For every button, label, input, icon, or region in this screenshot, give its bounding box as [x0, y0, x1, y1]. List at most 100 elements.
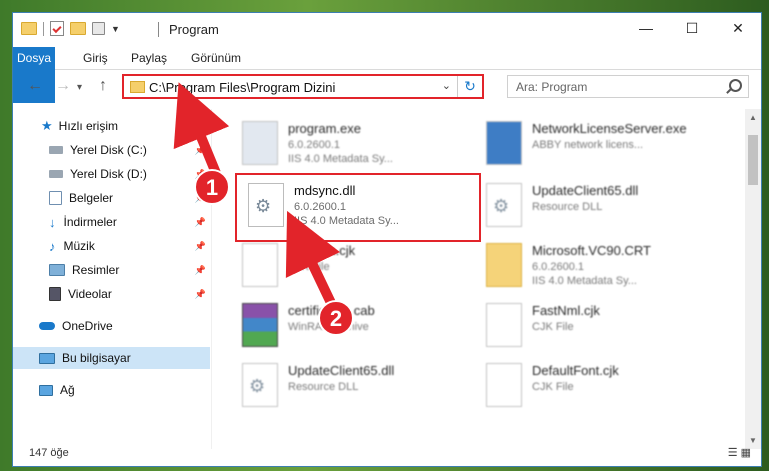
- file-description: CJK File: [532, 381, 574, 393]
- tab-view[interactable]: Görünüm: [181, 47, 251, 69]
- file-item[interactable]: Rexsom.cjk CJK File: [232, 237, 462, 293]
- search-icon[interactable]: [729, 79, 742, 92]
- computer-icon: [39, 352, 55, 364]
- pin-icon: 📌: [194, 217, 206, 227]
- sidebar-item-music[interactable]: ♪ Müzik 📌: [13, 235, 210, 257]
- refresh-icon[interactable]: ↻: [457, 76, 482, 97]
- sidebar-item-local-disk-c[interactable]: Yerel Disk (C:) 📌: [13, 139, 210, 161]
- sidebar-item-onedrive[interactable]: OneDrive: [13, 315, 210, 337]
- minimize-icon[interactable]: —: [623, 13, 669, 43]
- view-options-icon[interactable]: [92, 22, 105, 35]
- address-path[interactable]: C:\Program Files\Program Dizini: [149, 80, 335, 95]
- file-description: CJK File: [532, 321, 574, 333]
- navigation-bar: ← → ▾ ↑ C:\Program Files\Program Dizini …: [13, 73, 761, 103]
- file-list: program.exe 6.0.2600.1 IIS 4.0 Metadata …: [211, 109, 747, 449]
- pin-icon: 📌: [194, 145, 206, 155]
- sidebar-item-label: İndirmeler: [63, 215, 117, 229]
- sidebar-item-label: Videolar: [68, 287, 112, 301]
- search-placeholder: Ara: Program: [516, 80, 588, 94]
- file-item[interactable]: Microsoft.VC90.CRT 6.0.2600.1 IIS 4.0 Me…: [476, 237, 706, 293]
- up-arrow-icon[interactable]: ↑: [99, 77, 107, 95]
- file-version: 6.0.2600.1: [288, 139, 340, 151]
- file-name: UpdateClient65.dll: [532, 183, 639, 198]
- drive-icon: [49, 170, 63, 178]
- file-name: certificates.cab: [288, 303, 375, 318]
- sidebar-item-label: OneDrive: [62, 319, 113, 333]
- file-item[interactable]: program.exe 6.0.2600.1 IIS 4.0 Metadata …: [232, 115, 462, 171]
- back-arrow-icon[interactable]: ←: [27, 77, 43, 95]
- vertical-scrollbar[interactable]: ▲ ▼: [745, 109, 761, 449]
- address-bar[interactable]: C:\Program Files\Program Dizini ⌄ ↻: [122, 74, 484, 99]
- file-name: FastNml.cjk: [532, 303, 600, 318]
- quick-access-toolbar: ▼: [21, 21, 120, 36]
- exe-file-icon: [486, 121, 522, 165]
- file-item[interactable]: FastNml.cjk CJK File: [476, 297, 706, 353]
- scrollbar-thumb[interactable]: [748, 135, 758, 185]
- divider: [158, 22, 159, 37]
- sidebar-item-local-disk-d[interactable]: Yerel Disk (D:) 📌: [13, 163, 210, 185]
- file-item[interactable]: DefaultFont.cjk CJK File: [476, 357, 706, 413]
- file-item[interactable]: NetworkLicenseServer.exe ABBY network li…: [476, 115, 706, 171]
- exe-file-icon: [242, 121, 278, 165]
- sidebar-item-network[interactable]: Ağ: [13, 379, 210, 401]
- pin-icon: 📌: [194, 289, 206, 299]
- file-name: NetworkLicenseServer.exe: [532, 121, 687, 136]
- sidebar-item-videos[interactable]: Videolar 📌: [13, 283, 210, 305]
- close-icon[interactable]: ✕: [715, 13, 761, 43]
- explorer-window: ▼ Program — ☐ ✕ Dosya Giriş Paylaş Görün…: [12, 12, 762, 467]
- file-name: program.exe: [288, 121, 361, 136]
- folder-icon: [21, 22, 37, 35]
- file-name: Microsoft.VC90.CRT: [532, 243, 651, 258]
- file-item[interactable]: UpdateClient65.dll Resource DLL: [476, 177, 706, 233]
- recent-locations-icon[interactable]: ▾: [77, 82, 82, 93]
- new-folder-icon[interactable]: [70, 22, 86, 35]
- window-controls: — ☐ ✕: [623, 13, 761, 43]
- window-title: Program: [169, 22, 219, 37]
- archive-icon: [242, 303, 278, 347]
- tab-home[interactable]: Giriş: [73, 47, 118, 69]
- cloud-icon: [39, 322, 55, 330]
- sidebar-item-label: Hızlı erişim: [58, 119, 118, 133]
- pictures-icon: [49, 264, 65, 276]
- star-icon: ★: [41, 118, 53, 133]
- cjk-file-icon: [486, 303, 522, 347]
- file-description: IIS 4.0 Metadata Sy...: [532, 275, 637, 287]
- ribbon-tabs: Dosya Giriş Paylaş Görünüm: [13, 45, 761, 103]
- drive-icon: [49, 146, 63, 154]
- download-icon: ↓: [49, 214, 56, 230]
- forward-arrow-icon[interactable]: →: [55, 77, 71, 95]
- search-input[interactable]: Ara: Program: [507, 75, 749, 98]
- sidebar-item-label: Ağ: [60, 383, 75, 397]
- sidebar-item-quick-access[interactable]: ★ Hızlı erişim: [13, 115, 210, 137]
- sidebar-item-label: Yerel Disk (D:): [70, 167, 147, 181]
- view-toggle-icons[interactable]: ☰ ▦: [728, 446, 751, 459]
- sidebar-item-label: Müzik: [63, 239, 95, 253]
- videos-icon: [49, 287, 61, 301]
- file-item[interactable]: UpdateClient65.dll Resource DLL: [232, 357, 462, 413]
- chevron-down-icon[interactable]: ▼: [111, 24, 120, 34]
- sidebar-item-label: Bu bilgisayar: [62, 351, 131, 365]
- file-description: CJK File: [288, 261, 330, 273]
- dll-file-icon: [242, 363, 278, 407]
- file-description: ABBY network licens...: [532, 139, 644, 151]
- scroll-down-icon[interactable]: ▼: [749, 436, 757, 445]
- properties-icon[interactable]: [50, 21, 64, 36]
- sidebar-item-downloads[interactable]: ↓ İndirmeler 📌: [13, 211, 210, 233]
- file-description: WinRAR archive: [288, 321, 369, 333]
- tab-share[interactable]: Paylaş: [121, 47, 177, 69]
- file-description: IIS 4.0 Metadata Sy...: [288, 153, 393, 165]
- sidebar-item-this-pc[interactable]: Bu bilgisayar: [13, 347, 210, 369]
- file-name: DefaultFont.cjk: [532, 363, 619, 378]
- music-icon: ♪: [49, 238, 56, 254]
- file-item[interactable]: certificates.cab WinRAR archive: [232, 297, 462, 353]
- documents-icon: [49, 191, 62, 205]
- file-version: 6.0.2600.1: [532, 261, 584, 273]
- dll-file-icon: [486, 183, 522, 227]
- cjk-file-icon: [486, 363, 522, 407]
- pin-icon: 📌: [194, 169, 206, 179]
- scroll-up-icon[interactable]: ▲: [749, 113, 757, 122]
- sidebar-item-pictures[interactable]: Resimler 📌: [13, 259, 210, 281]
- maximize-icon[interactable]: ☐: [669, 13, 715, 43]
- chevron-down-icon[interactable]: ⌄: [442, 79, 451, 92]
- sidebar-item-documents[interactable]: Belgeler 📌: [13, 187, 210, 209]
